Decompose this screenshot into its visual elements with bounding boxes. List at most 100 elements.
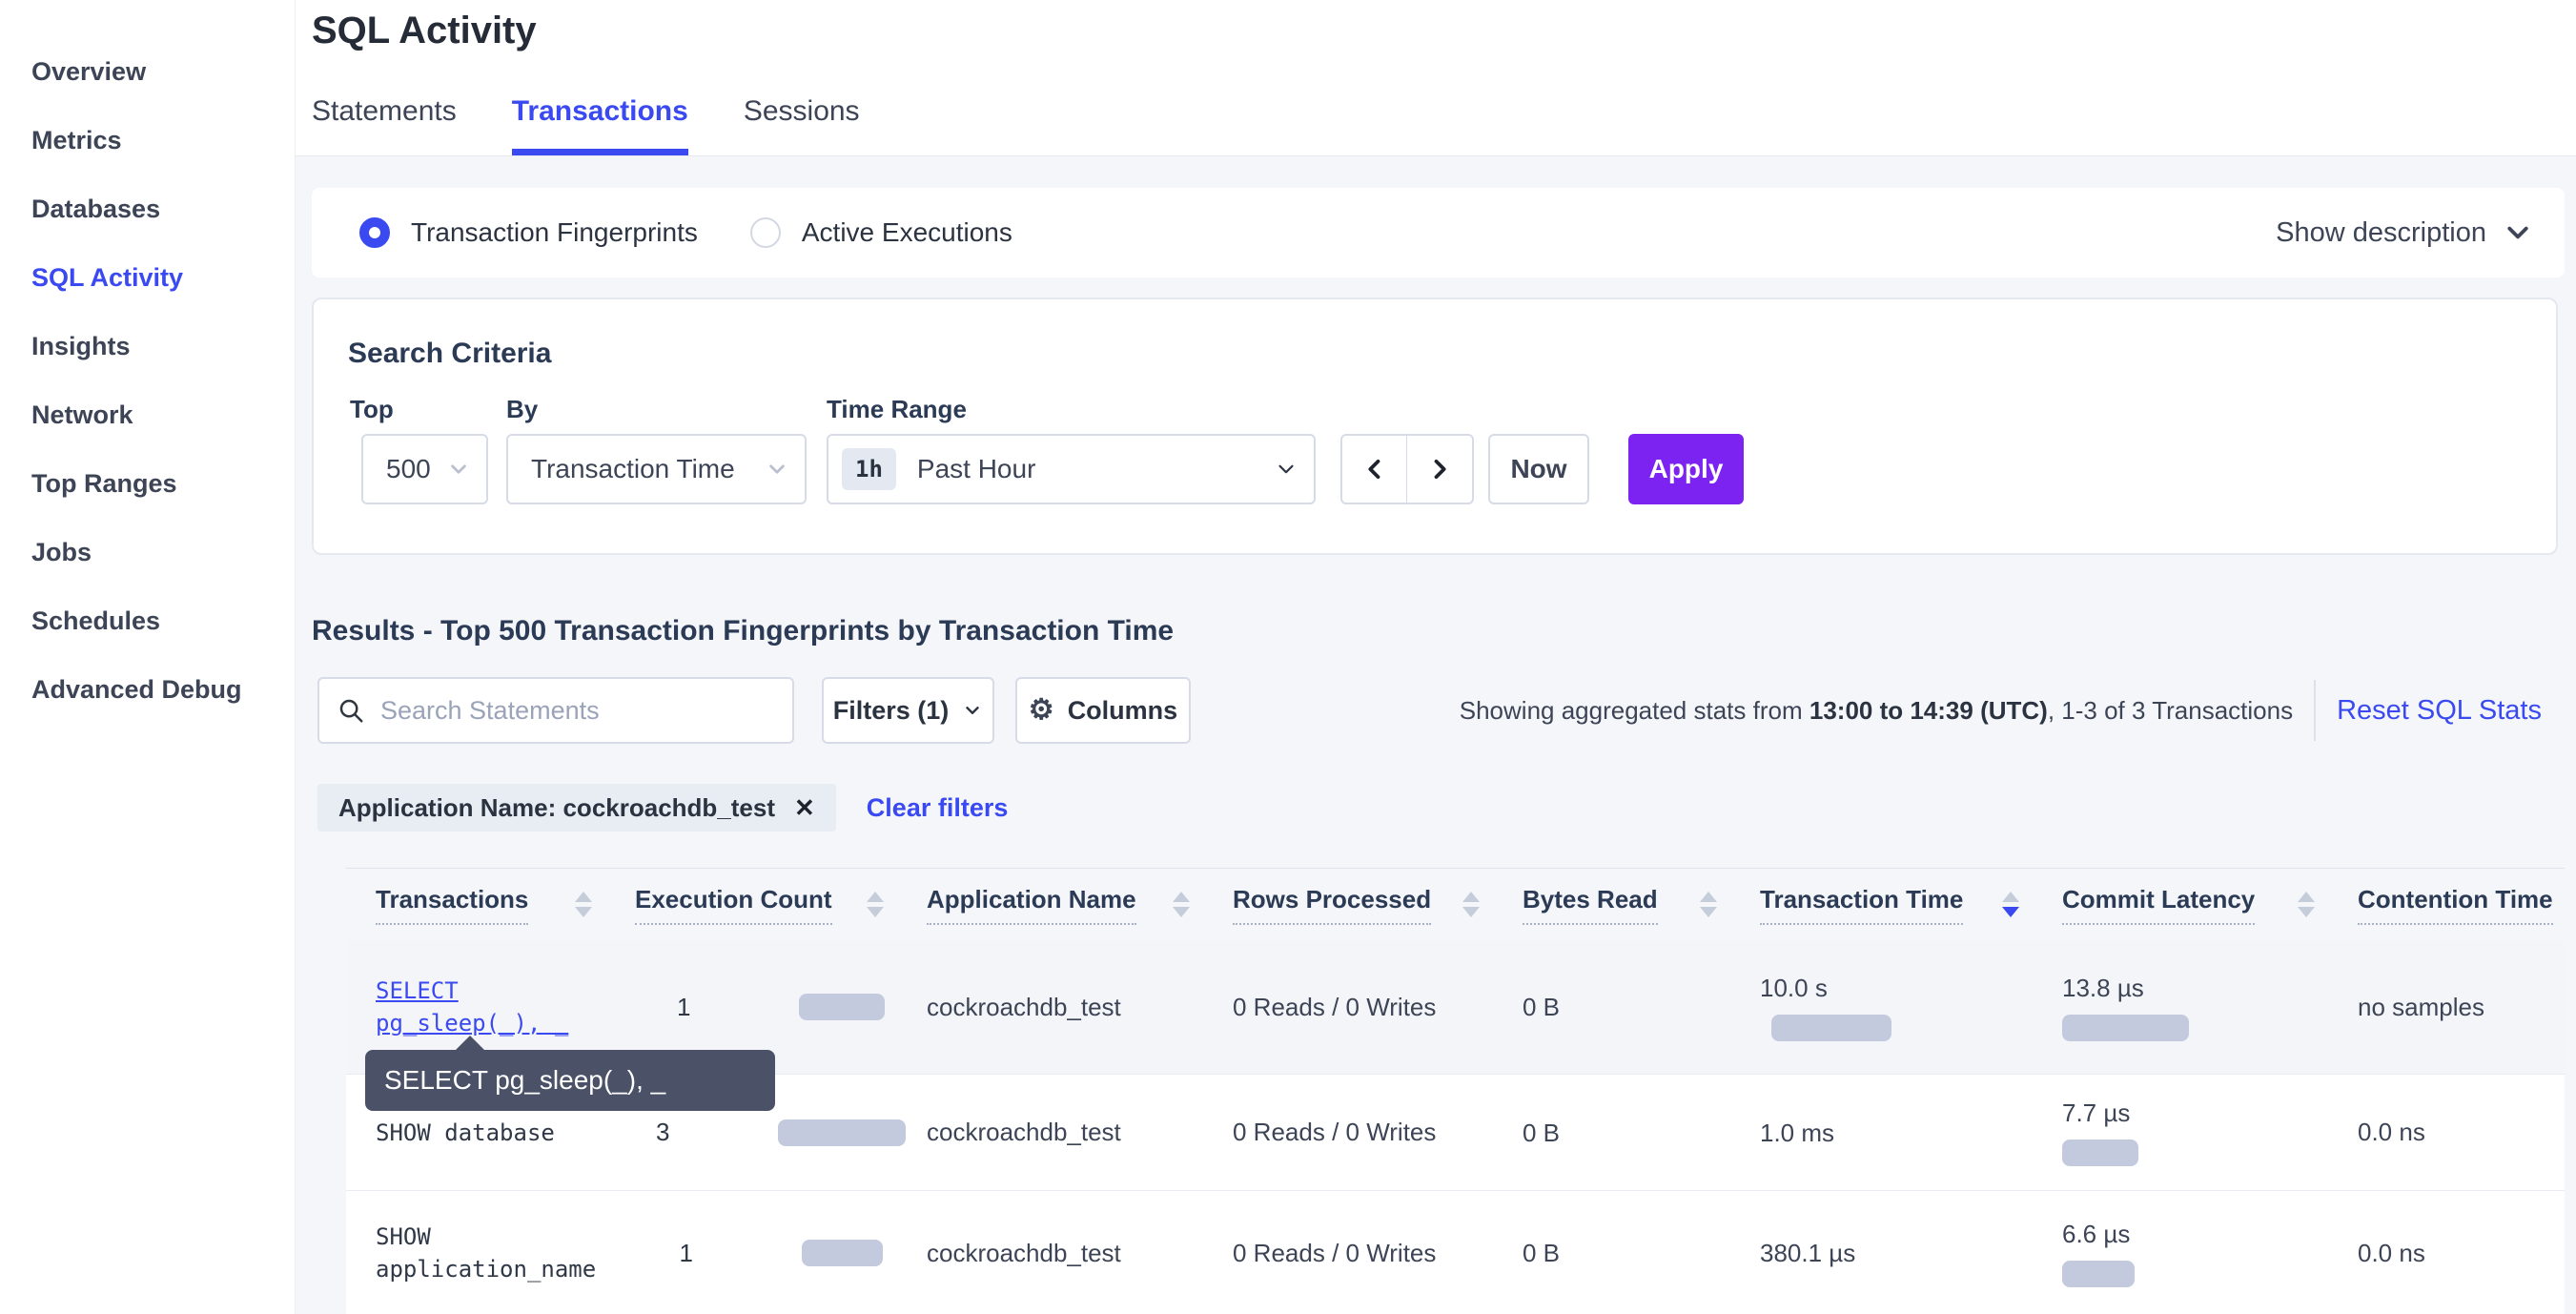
sort-icon[interactable]	[1173, 892, 1190, 917]
column-header-commit-latency: Commit Latency	[2062, 869, 2358, 940]
tab-statements[interactable]: Statements	[312, 95, 457, 155]
results-controls-row: Filters (1) ⚙ Columns Showing aggregated…	[317, 677, 2553, 744]
sort-icon[interactable]	[1462, 892, 1480, 917]
topbar: SQL Activity Statements Transactions Ses…	[296, 0, 2576, 156]
sidebar-item-advanced-debug[interactable]: Advanced Debug	[0, 655, 295, 724]
commit-latency-cell: 13.8 µs	[2062, 940, 2358, 1074]
reset-sql-stats-link[interactable]: Reset SQL Stats	[2337, 695, 2553, 727]
tab-bar: Statements Transactions Sessions	[312, 95, 860, 155]
execution-count-bar	[799, 994, 885, 1020]
commit-latency-bar	[2062, 1261, 2135, 1287]
page-title: SQL Activity	[312, 10, 537, 52]
sidebar: Overview Metrics Databases SQL Activity …	[0, 0, 296, 1314]
column-label[interactable]: Transactions	[376, 885, 528, 925]
table-header-row: Transactions Execution Count Application…	[346, 869, 2565, 940]
next-time-window-button[interactable]	[1407, 436, 1472, 503]
column-label[interactable]: Bytes Read	[1523, 885, 1658, 925]
vertical-divider	[2314, 680, 2316, 741]
query-line-1: SHOW	[376, 1221, 635, 1253]
time-range-label: Time Range	[827, 395, 967, 424]
search-criteria-card: Search Criteria Top By Time Range 500 Tr…	[312, 298, 2558, 555]
columns-button[interactable]: ⚙ Columns	[1015, 677, 1191, 744]
column-label[interactable]: Application Name	[927, 885, 1136, 925]
commit-latency-cell: 7.7 µs	[2062, 1075, 2358, 1190]
application-name-cell: cockroachdb_test	[927, 1191, 1233, 1314]
previous-time-window-button[interactable]	[1342, 436, 1407, 503]
sidebar-item-top-ranges[interactable]: Top Ranges	[0, 449, 295, 518]
query-line-1[interactable]: SELECT	[376, 975, 635, 1007]
sort-icon[interactable]	[1700, 892, 1717, 917]
table-row[interactable]: SHOW application_name 1 cockroachdb_test…	[346, 1190, 2565, 1314]
apply-button[interactable]: Apply	[1628, 434, 1744, 504]
show-description-toggle[interactable]: Show description	[2276, 217, 2532, 249]
radio-unselected-icon[interactable]	[750, 217, 781, 248]
sidebar-item-metrics[interactable]: Metrics	[0, 106, 295, 175]
application-name-cell: cockroachdb_test	[927, 940, 1233, 1074]
column-label[interactable]: Commit Latency	[2062, 885, 2255, 925]
transaction-time-bar	[1771, 1015, 1891, 1041]
bytes-read-cell: 0 B	[1523, 940, 1760, 1074]
filter-chip-application-name: Application Name: cockroachdb_test ✕	[317, 784, 836, 832]
sidebar-item-schedules[interactable]: Schedules	[0, 586, 295, 655]
top-select-value: 500	[386, 454, 431, 484]
filters-button[interactable]: Filters (1)	[822, 677, 994, 744]
main-content: SQL Activity Statements Transactions Ses…	[296, 0, 2576, 1314]
sort-icon-active-desc[interactable]	[2002, 892, 2019, 917]
chevron-down-icon	[962, 700, 983, 721]
sort-icon[interactable]	[867, 892, 884, 917]
chevron-down-icon	[765, 457, 789, 482]
tab-transactions[interactable]: Transactions	[512, 95, 688, 155]
by-select[interactable]: Transaction Time	[506, 434, 807, 504]
transaction-fingerprint[interactable]: SHOW application_name	[376, 1191, 635, 1314]
radio-selected-icon[interactable]	[359, 217, 390, 248]
radio-label: Active Executions	[802, 217, 1012, 248]
column-header-transactions: Transactions	[376, 869, 635, 940]
time-window-stepper	[1340, 434, 1474, 504]
now-button[interactable]: Now	[1488, 434, 1589, 504]
column-label[interactable]: Rows Processed	[1233, 885, 1431, 925]
sort-icon[interactable]	[575, 892, 592, 917]
time-range-select[interactable]: 1h Past Hour	[827, 434, 1316, 504]
query-line-2[interactable]: pg_sleep(_), _	[376, 1007, 635, 1039]
show-description-label: Show description	[2276, 217, 2486, 249]
applied-filters-row: Application Name: cockroachdb_test ✕ Cle…	[317, 784, 1008, 832]
commit-latency-bar	[2062, 1139, 2138, 1166]
sidebar-item-jobs[interactable]: Jobs	[0, 518, 295, 586]
commit-latency-cell: 6.6 µs	[2062, 1191, 2358, 1314]
application-name-cell: cockroachdb_test	[927, 1075, 1233, 1190]
contention-time-cell: no samples	[2358, 940, 2565, 1074]
sidebar-item-sql-activity[interactable]: SQL Activity	[0, 243, 295, 312]
column-header-contention-time: Contention Time	[2358, 869, 2565, 940]
sidebar-item-databases[interactable]: Databases	[0, 175, 295, 243]
results-heading: Results - Top 500 Transaction Fingerprin…	[312, 615, 1174, 647]
column-label[interactable]: Transaction Time	[1760, 885, 1963, 925]
top-select[interactable]: 500	[361, 434, 488, 504]
sidebar-item-network[interactable]: Network	[0, 380, 295, 449]
chevron-down-icon	[2504, 218, 2532, 247]
radio-active-executions[interactable]: Active Executions	[750, 217, 1012, 248]
column-label[interactable]: Contention Time	[2358, 885, 2553, 925]
search-statements-input[interactable]	[380, 696, 775, 726]
column-label[interactable]: Execution Count	[635, 885, 832, 925]
clear-filters-link[interactable]: Clear filters	[867, 793, 1009, 823]
sql-activity-page: Overview Metrics Databases SQL Activity …	[0, 0, 2576, 1314]
column-header-rows-processed: Rows Processed	[1233, 869, 1523, 940]
column-header-bytes-read: Bytes Read	[1523, 869, 1760, 940]
rows-processed-cell: 0 Reads / 0 Writes	[1233, 940, 1523, 1074]
tab-sessions[interactable]: Sessions	[744, 95, 860, 155]
sort-icon[interactable]	[2298, 892, 2315, 917]
commit-latency-bar	[2062, 1015, 2189, 1041]
sidebar-item-insights[interactable]: Insights	[0, 312, 295, 380]
by-select-value: Transaction Time	[531, 454, 735, 484]
transaction-time-cell: 1.0 ms	[1760, 1075, 2062, 1190]
stats-time-range: 13:00 to 14:39 (UTC)	[1809, 696, 2048, 725]
columns-button-label: Columns	[1068, 696, 1178, 726]
radio-transaction-fingerprints[interactable]: Transaction Fingerprints	[359, 217, 698, 248]
sidebar-item-overview[interactable]: Overview	[0, 37, 295, 106]
remove-filter-icon[interactable]: ✕	[794, 793, 815, 823]
execution-count-bar	[778, 1119, 906, 1146]
column-header-execution-count: Execution Count	[635, 869, 927, 940]
time-range-value: Past Hour	[917, 454, 1036, 484]
chevron-down-icon	[446, 457, 471, 482]
contention-time-cell: 0.0 ns	[2358, 1075, 2565, 1190]
